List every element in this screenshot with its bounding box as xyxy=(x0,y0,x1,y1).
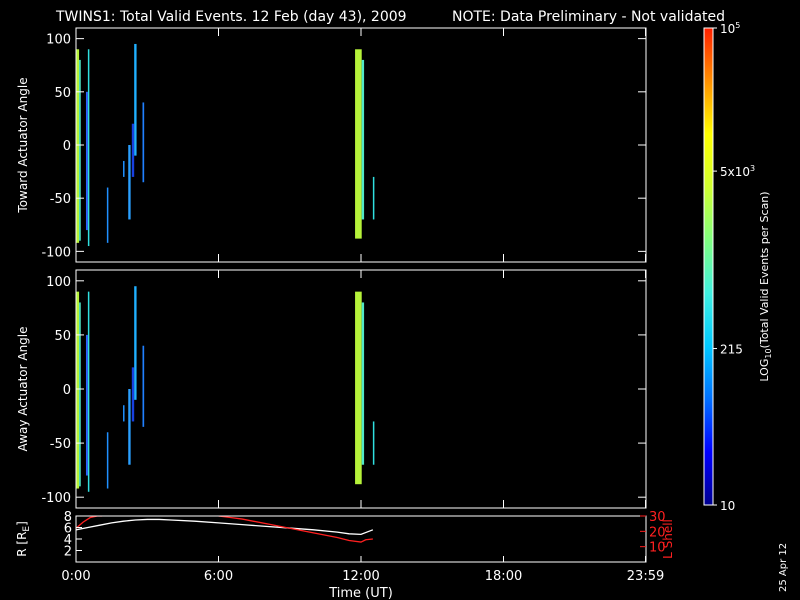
away-event-bar xyxy=(128,389,131,465)
toward-event-bar xyxy=(142,102,145,183)
toward-event-bar xyxy=(87,49,90,247)
toward-event-bar xyxy=(134,43,137,156)
colorbar-label-sub: 10 xyxy=(764,348,773,358)
toward-ytick-label: -50 xyxy=(50,192,71,207)
colorbar-tick-label: 5x103 xyxy=(720,164,755,179)
toward-event-bar xyxy=(355,49,362,239)
plot-panels: -100 -50 0 50 100 Toward Actuator Angle -100 -5… xyxy=(15,27,675,600)
away-event-bar xyxy=(85,334,88,476)
away-ytick-label: -50 xyxy=(50,437,71,452)
lshell-ylabel: L Shell xyxy=(661,519,675,559)
away-ytick-label: -100 xyxy=(41,491,71,506)
away-ytick-label: 100 xyxy=(46,275,71,290)
colorbar-tick-text: 10 xyxy=(720,499,735,513)
colorbar-scale xyxy=(703,27,714,506)
colorbar-label-rest: (Total Valid Events per Scan) xyxy=(758,191,771,348)
colorbar-tick-text: 215 xyxy=(720,343,743,357)
toward-ylabel: Toward Actuator Angle xyxy=(16,77,30,213)
away-event-bar xyxy=(142,345,145,427)
toward-ytick-label: 50 xyxy=(54,86,71,101)
toward-ytick-label: 100 xyxy=(46,33,71,48)
toward-event-bar xyxy=(372,176,375,220)
away-ylabel: Away Actuator Angle xyxy=(16,326,30,451)
away-event-bar xyxy=(87,291,90,492)
toward-event-bar xyxy=(131,123,135,177)
colorbar-tick-label: 10 xyxy=(720,499,735,513)
away-event-bar xyxy=(361,302,365,465)
away-ytick-label: 50 xyxy=(54,329,71,344)
radius-ylabel: R [RE] xyxy=(15,521,32,557)
colorbar-label-main: LOG xyxy=(758,359,771,382)
toward-ytick-label: -100 xyxy=(41,245,71,260)
away-event-bar xyxy=(131,367,135,422)
radius-ytick-label: 8 xyxy=(64,510,72,525)
toward-event-bar xyxy=(128,145,131,220)
toward-event-bar xyxy=(361,59,365,220)
toward-event-bar xyxy=(85,91,88,231)
time-xlabel: Time (UT) xyxy=(328,586,393,600)
away-event-bar xyxy=(123,405,125,422)
colorbar: 102155x103105LOG10(Total Valid Events pe… xyxy=(703,21,773,513)
time-xtick-label: 12:00 xyxy=(342,569,379,584)
colorbar-tick-sup: 5 xyxy=(735,21,740,30)
away-event-bar xyxy=(134,286,137,400)
twins-plot: TWINS1: Total Valid Events. 12 Feb (day … xyxy=(15,9,789,600)
away-event-bar xyxy=(106,432,109,489)
radius-ylabel-close: ] xyxy=(15,521,29,526)
colorbar-tick-label: 105 xyxy=(720,21,740,36)
toward-event-bar xyxy=(106,187,109,243)
toward-ytick-label: 0 xyxy=(63,139,71,154)
away-event-bar xyxy=(355,291,362,485)
time-xtick-label: 18:00 xyxy=(485,569,522,584)
plot-title: TWINS1: Total Valid Events. 12 Feb (day … xyxy=(55,9,407,25)
preliminary-note: NOTE: Data Preliminary - Not validated xyxy=(452,9,725,25)
colorbar-tick-label: 215 xyxy=(720,343,743,357)
time-xtick-label: 23:59 xyxy=(627,569,664,584)
time-xtick-label: 6:00 xyxy=(204,569,233,584)
away-ytick-label: 0 xyxy=(63,383,71,398)
ephemeris-frame xyxy=(75,515,647,563)
colorbar-tick-text: 5x10 xyxy=(720,165,750,179)
toward-event-bar xyxy=(79,59,81,241)
colorbar-label: LOG10(Total Valid Events per Scan) xyxy=(758,191,773,381)
time-xtick-label: 0:00 xyxy=(61,569,90,584)
radius-ylabel-main: R [R xyxy=(15,532,29,557)
away-event-bar xyxy=(372,421,375,465)
lshell-line xyxy=(218,516,373,543)
colorbar-tick-text: 10 xyxy=(720,22,735,36)
lshell-line xyxy=(76,516,103,529)
toward-event-bar xyxy=(123,160,125,177)
radius-line xyxy=(76,518,374,536)
colorbar-tick-sup: 3 xyxy=(750,164,755,173)
away-event-bar xyxy=(79,302,81,487)
date-stamp: 25 Apr 12 xyxy=(778,543,789,592)
